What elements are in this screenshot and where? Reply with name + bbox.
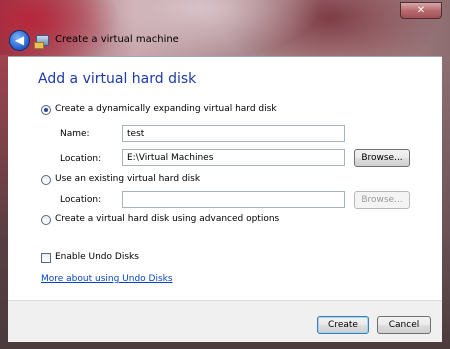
advanced-disk-radio[interactable] (41, 215, 51, 225)
name-input[interactable] (122, 125, 345, 142)
page-heading: Add a virtual hard disk (38, 71, 197, 87)
window-title: Create a virtual machine (55, 34, 179, 45)
browse-button[interactable]: Browse... (354, 149, 410, 167)
existing-location-input[interactable] (122, 191, 345, 208)
wizard-content: Add a virtual hard disk Create a dynamic… (8, 56, 442, 301)
existing-disk-label[interactable]: Use an existing virtual hard disk (55, 174, 200, 184)
location-input[interactable] (122, 149, 345, 166)
undo-disks-help-link[interactable]: More about using Undo Disks (41, 274, 173, 284)
cancel-button[interactable]: Cancel (377, 316, 431, 334)
close-button[interactable]: ✕ (400, 2, 442, 19)
name-label: Name: (60, 129, 90, 139)
virtual-machine-icon (34, 35, 49, 49)
wizard-footer: Create Cancel (8, 300, 442, 342)
create-button[interactable]: Create (317, 316, 369, 334)
existing-location-label: Location: (60, 195, 102, 205)
dynamic-disk-radio[interactable] (41, 105, 51, 115)
existing-browse-button[interactable]: Browse... (354, 191, 410, 209)
undo-disks-checkbox[interactable] (41, 253, 51, 263)
location-label: Location: (60, 154, 102, 164)
existing-disk-radio[interactable] (41, 175, 51, 185)
dynamic-disk-label[interactable]: Create a dynamically expanding virtual h… (55, 104, 277, 114)
back-arrow-icon: ◀ (14, 33, 25, 47)
close-icon: ✕ (416, 5, 426, 16)
window-frame-left (0, 55, 8, 349)
window-frame-right (442, 55, 450, 349)
window-frame-bottom (0, 341, 450, 349)
advanced-disk-label[interactable]: Create a virtual hard disk using advance… (55, 214, 279, 224)
back-button[interactable]: ◀ (9, 30, 30, 51)
undo-disks-label[interactable]: Enable Undo Disks (55, 252, 139, 262)
